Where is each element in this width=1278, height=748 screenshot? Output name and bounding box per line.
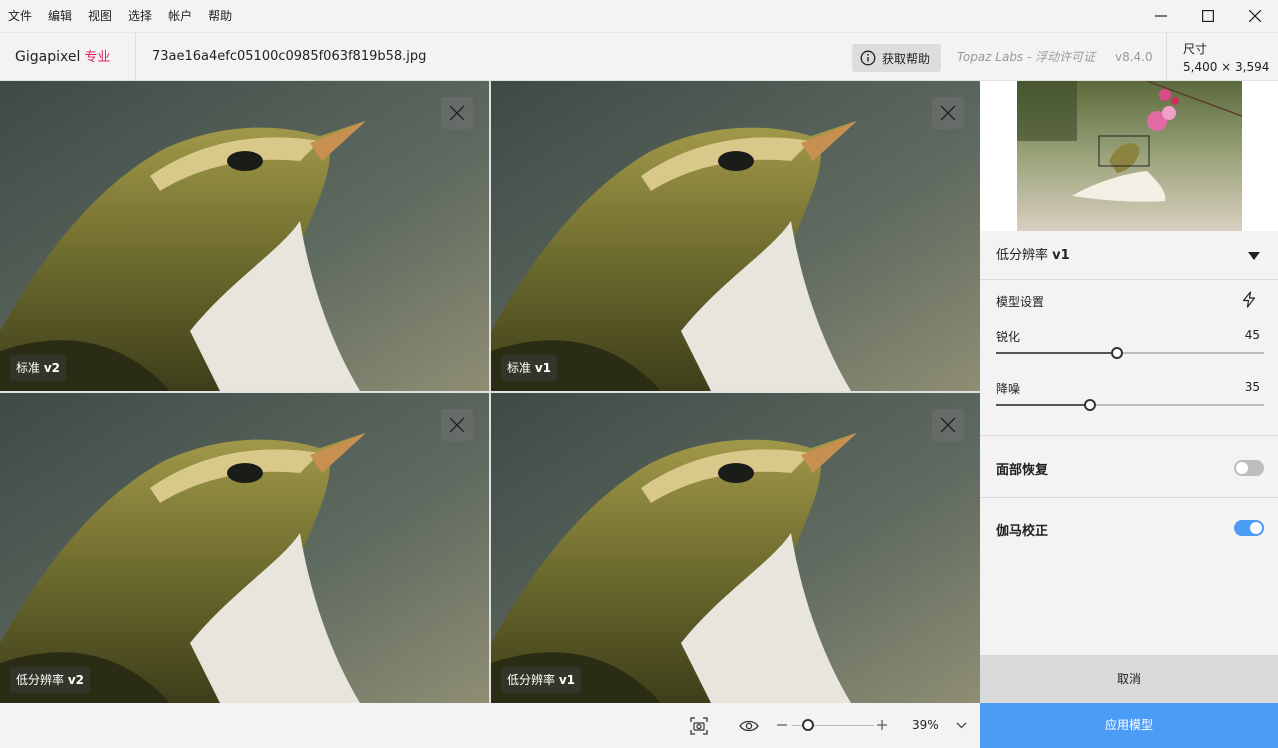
- size-value: 5,400 × 3,594: [1183, 60, 1270, 74]
- zoom-out-icon[interactable]: [777, 724, 787, 726]
- bird-preview-image: [491, 81, 980, 391]
- brand-name: Gigapixel: [15, 49, 81, 65]
- version-text: v8.4.0: [1115, 50, 1153, 64]
- close-icon: [449, 417, 465, 433]
- zoom-slider[interactable]: [792, 719, 874, 731]
- denoise-value: 35: [1244, 380, 1260, 394]
- model-name: 低分辨率: [16, 673, 65, 687]
- preview-panel-lowres-v1[interactable]: 低分辨率 v1: [491, 393, 980, 703]
- model-name: 低分辨率: [507, 673, 556, 687]
- header-divider: [135, 33, 136, 81]
- close-icon: [940, 105, 956, 121]
- app-brand: Gigapixel 专业: [15, 33, 110, 81]
- bird-preview-image: [0, 81, 489, 391]
- bottom-toolbar: 39%: [0, 703, 980, 748]
- model-version: v1: [558, 673, 576, 687]
- minimize-button[interactable]: [1137, 0, 1184, 32]
- menu-view[interactable]: 视图: [80, 0, 120, 32]
- preview-label: 标准 v2: [10, 355, 67, 381]
- caret-down-icon: [1248, 252, 1260, 260]
- get-help-button[interactable]: 获取帮助: [852, 44, 941, 72]
- model-version: v2: [67, 673, 85, 687]
- app-header: Gigapixel 专业 73ae16a4efc05100c0985f063f81…: [0, 32, 1278, 81]
- denoise-slider[interactable]: [996, 399, 1264, 411]
- preview-label: 标准 v1: [501, 355, 558, 381]
- chevron-down-icon[interactable]: [956, 722, 967, 729]
- apply-model-button[interactable]: 应用模型: [980, 703, 1278, 748]
- remove-preview-button[interactable]: [932, 97, 964, 129]
- lightning-icon[interactable]: [1242, 291, 1256, 308]
- section-divider: [980, 497, 1278, 498]
- denoise-label: 降噪: [996, 382, 1021, 396]
- preview-grid: 标准 v2 标准 v1 低分辨率 v2 低分辨率 v1: [0, 81, 980, 703]
- preview-panel-lowres-v2[interactable]: 低分辨率 v2: [0, 393, 489, 703]
- remove-preview-button[interactable]: [441, 97, 473, 129]
- denoise-slider-fill: [996, 404, 1090, 406]
- model-selector-label: 低分辨率 v1: [996, 231, 1070, 280]
- eye-icon[interactable]: [739, 719, 759, 733]
- zoom-level[interactable]: 39%: [912, 703, 939, 748]
- close-icon: [1248, 10, 1261, 22]
- sharpen-slider-handle[interactable]: [1110, 347, 1123, 359]
- license-text: Topaz Labs - 浮动许可证: [957, 50, 1096, 64]
- menu-file[interactable]: 文件: [0, 0, 40, 32]
- toggle-knob: [1236, 462, 1248, 474]
- maximize-button[interactable]: [1184, 0, 1231, 32]
- model-selector[interactable]: 低分辨率 v1: [980, 231, 1278, 280]
- file-name: 73ae16a4efc05100c0985f063f819b58.jpg: [152, 49, 427, 64]
- gamma-correction-toggle[interactable]: [1234, 520, 1264, 536]
- close-icon: [940, 417, 956, 433]
- gamma-correction-label: 伽马校正: [996, 524, 1049, 539]
- close-icon: [449, 105, 465, 121]
- denoise-slider-handle[interactable]: [1083, 399, 1096, 411]
- screenshot-icon[interactable]: [690, 717, 708, 735]
- sharpen-label: 锐化: [996, 330, 1021, 344]
- sharpen-slider-fill: [996, 352, 1117, 354]
- size-label: 尺寸: [1183, 42, 1208, 56]
- preview-label: 低分辨率 v2: [10, 667, 91, 693]
- model-version: v1: [534, 361, 552, 375]
- menu-help[interactable]: 帮助: [200, 0, 240, 32]
- bird-preview-image: [0, 393, 489, 703]
- maximize-icon: [1201, 10, 1214, 22]
- menu-account[interactable]: 帐户: [160, 0, 200, 32]
- info-icon: [860, 50, 876, 66]
- remove-preview-button[interactable]: [441, 409, 473, 441]
- cancel-button[interactable]: 取消: [980, 655, 1278, 703]
- model-settings-title: 模型设置: [996, 295, 1045, 309]
- menu-edit[interactable]: 编辑: [40, 0, 80, 32]
- section-divider: [980, 435, 1278, 436]
- sharpen-slider[interactable]: [996, 347, 1264, 359]
- model-name: 标准: [16, 361, 41, 375]
- sharpen-value: 45: [1244, 328, 1260, 342]
- minimize-icon: [1154, 15, 1167, 17]
- selected-model-name: 低分辨率: [996, 248, 1049, 263]
- brand-tag: 专业: [84, 50, 111, 65]
- face-recovery-label: 面部恢复: [996, 463, 1049, 478]
- model-name: 标准: [507, 361, 532, 375]
- toggle-knob: [1250, 522, 1262, 534]
- close-window-button[interactable]: [1231, 0, 1278, 32]
- zoom-in-icon[interactable]: [877, 720, 887, 730]
- navigator: [980, 81, 1278, 231]
- settings-panel: 低分辨率 v1 模型设置 锐化 45 降噪 35 面部恢复 伽马校正 取消 应用…: [980, 81, 1278, 748]
- bird-preview-image: [491, 393, 980, 703]
- remove-preview-button[interactable]: [932, 409, 964, 441]
- preview-panel-standard-v1[interactable]: 标准 v1: [491, 81, 980, 391]
- menu-bar: 文件 编辑 视图 选择 帐户 帮助: [0, 0, 1278, 32]
- preview-label: 低分辨率 v1: [501, 667, 582, 693]
- window-controls: [1137, 0, 1278, 32]
- selected-model-version: v1: [1052, 248, 1070, 263]
- zoom-slider-handle[interactable]: [802, 719, 815, 731]
- get-help-label: 获取帮助: [882, 51, 931, 66]
- model-version: v2: [43, 361, 61, 375]
- navigator-thumbnail[interactable]: [1017, 81, 1242, 231]
- preview-panel-standard-v2[interactable]: 标准 v2: [0, 81, 489, 391]
- header-divider-2: [1166, 33, 1167, 81]
- face-recovery-toggle[interactable]: [1234, 460, 1264, 476]
- menu-select[interactable]: 选择: [120, 0, 160, 32]
